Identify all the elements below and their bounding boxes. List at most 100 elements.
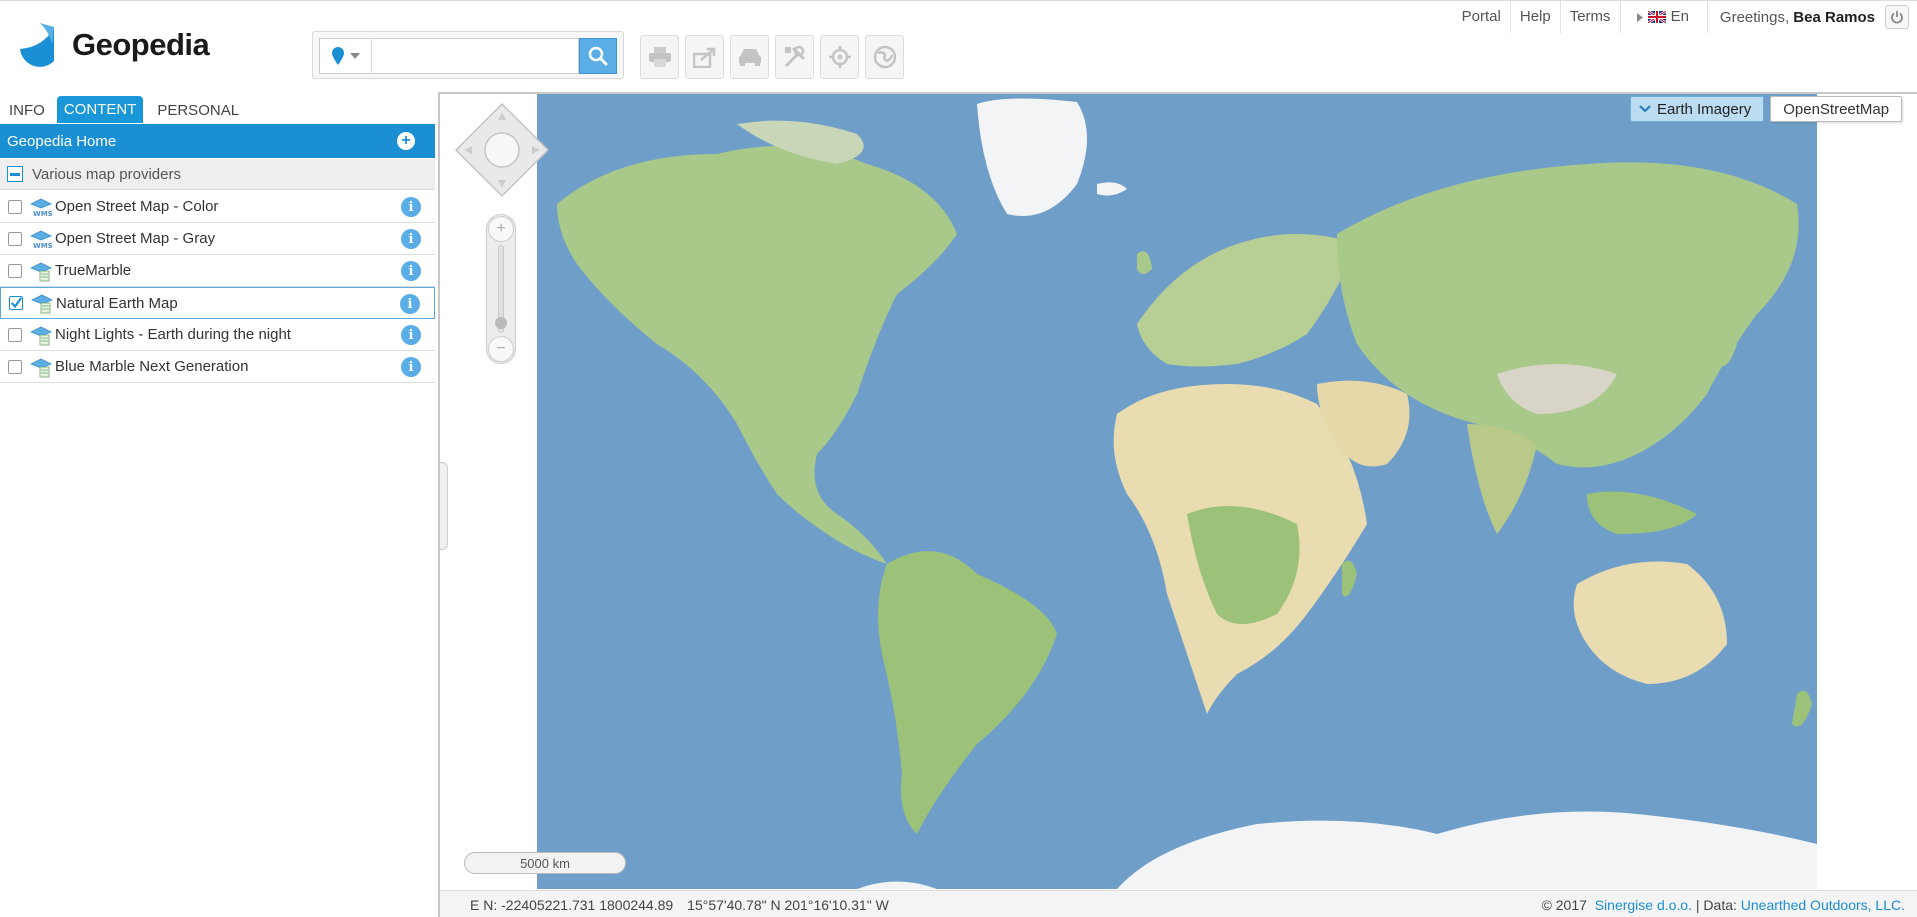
layer-label: Open Street Map - Color [55, 198, 219, 215]
map-pin-icon [331, 47, 344, 65]
layer-item[interactable]: Blue Marble Next Generation i [0, 351, 435, 383]
toolbar [640, 35, 904, 79]
zoom-control: + − [486, 214, 516, 364]
user-name: Bea Ramos [1793, 8, 1875, 26]
layer-label: Blue Marble Next Generation [55, 358, 249, 375]
raster-layer-icon [30, 326, 52, 345]
tab-info[interactable]: INFO [0, 102, 55, 123]
layer-checkbox[interactable] [9, 296, 23, 310]
tools-icon [784, 45, 805, 68]
group-label[interactable]: Various map providers [32, 166, 181, 183]
base-layer-switcher: Earth Imagery OpenStreetMap [1630, 94, 1903, 122]
locate-button[interactable] [820, 35, 859, 79]
layer-item[interactable]: Natural Earth Map i [0, 287, 435, 319]
scale-bar: 5000 km [464, 852, 626, 874]
language-label: En [1670, 8, 1689, 25]
uk-flag-icon [1647, 11, 1666, 23]
search-input[interactable] [371, 38, 579, 74]
share-icon [692, 47, 715, 68]
caret-right-icon [1636, 12, 1643, 22]
globe-icon [873, 45, 896, 69]
collapse-group-button[interactable] [7, 166, 23, 182]
panel-resize-handle[interactable] [440, 462, 448, 550]
logo-text: Geopedia [72, 27, 210, 62]
zoom-in-button[interactable]: + [488, 216, 514, 242]
add-icon[interactable]: + [397, 132, 415, 150]
layer-label: Natural Earth Map [56, 294, 178, 312]
geographic-coordinates: 15°57'40.78" N 201°16'10.31" W [687, 897, 889, 913]
data-prefix: | Data: [1695, 897, 1737, 913]
layer-label: Night Lights - Earth during the night [55, 326, 291, 343]
earth-imagery-label: Earth Imagery [1657, 100, 1752, 118]
projected-coordinates: E N: -22405221.731 1800244.89 [470, 897, 674, 913]
search-icon [588, 46, 608, 66]
zoom-out-button[interactable]: − [488, 336, 514, 362]
svg-text:WMS: WMS [33, 210, 53, 218]
raster-layer-icon [30, 262, 52, 281]
raster-layer-icon [31, 294, 53, 314]
search-button[interactable] [579, 38, 617, 74]
layer-item[interactable]: WMS Open Street Map - Gray i [0, 223, 435, 255]
chevron-down-icon [1639, 105, 1651, 113]
layer-item[interactable]: WMS Open Street Map - Color i [0, 191, 435, 223]
share-button[interactable] [685, 35, 724, 79]
sidebar-tabs: INFO CONTENT PERSONAL [0, 95, 249, 123]
copyright-year: © 2017 [1541, 897, 1587, 913]
layer-checkbox[interactable] [8, 327, 22, 342]
map-view[interactable]: + − Earth Imagery OpenStreetMap 5000 km … [438, 92, 1917, 917]
world-map[interactable] [537, 94, 1817, 889]
layer-list: WMS Open Street Map - Color i WMS Open S… [0, 191, 435, 383]
layer-checkbox[interactable] [8, 359, 22, 374]
layer-item[interactable]: TrueMarble i [0, 255, 435, 287]
wms-layer-icon: WMS [30, 230, 53, 250]
logo[interactable]: Geopedia [14, 19, 210, 71]
copyright: © 2017 Sinergise d.o.o. | Data: Unearthe… [1542, 897, 1905, 913]
layer-item[interactable]: Night Lights - Earth during the night i [0, 319, 435, 351]
pan-control[interactable] [454, 102, 550, 198]
print-icon [648, 47, 671, 67]
data-source-link[interactable]: Unearthed Outdoors, LLC. [1741, 897, 1905, 913]
logout-button[interactable] [1885, 5, 1909, 29]
layer-checkbox[interactable] [8, 199, 22, 214]
info-icon[interactable]: i [401, 197, 421, 217]
checkmark-icon [10, 297, 22, 309]
globe-button[interactable] [865, 35, 904, 79]
print-button[interactable] [640, 35, 679, 79]
layer-checkbox[interactable] [8, 231, 22, 246]
tools-button[interactable] [775, 35, 814, 79]
power-icon [1891, 11, 1903, 24]
layer-label: TrueMarble [55, 262, 132, 279]
panel-header: Geopedia Home + [0, 124, 435, 158]
info-icon[interactable]: i [400, 294, 420, 314]
earth-imagery-button[interactable]: Earth Imagery [1630, 96, 1765, 122]
minus-icon [10, 172, 20, 176]
layer-group: Various map providers [0, 159, 435, 190]
wms-layer-icon: WMS [30, 198, 53, 218]
layer-label: Open Street Map - Gray [55, 230, 216, 247]
language-selector[interactable]: En [1621, 1, 1708, 33]
zoom-slider-handle[interactable] [495, 317, 507, 329]
info-icon[interactable]: i [401, 325, 421, 345]
svg-text:WMS: WMS [33, 242, 53, 250]
info-icon[interactable]: i [401, 261, 421, 281]
openstreetmap-button[interactable]: OpenStreetMap [1770, 96, 1903, 122]
portal-link[interactable]: Portal [1453, 1, 1511, 33]
tab-content[interactable]: CONTENT [56, 96, 144, 123]
panel-title[interactable]: Geopedia Home [7, 133, 116, 150]
layer-checkbox[interactable] [8, 263, 22, 278]
info-icon[interactable]: i [401, 357, 421, 377]
coordinates: E N: -22405221.731 1800244.89 15°57'40.7… [470, 897, 889, 913]
sinergise-link[interactable]: Sinergise d.o.o. [1595, 897, 1692, 913]
help-link[interactable]: Help [1511, 1, 1561, 33]
car-button[interactable] [730, 35, 769, 79]
tab-personal[interactable]: PERSONAL [148, 102, 249, 123]
greeting: Greetings, Bea Ramos [1708, 9, 1883, 26]
terms-link[interactable]: Terms [1561, 1, 1621, 33]
search-type-dropdown[interactable] [319, 38, 371, 74]
header: Geopedia Portal Help Terms En Greetings,… [0, 0, 1917, 92]
greeting-prefix: Greetings, [1719, 8, 1790, 26]
info-icon[interactable]: i [401, 229, 421, 249]
status-bar: E N: -22405221.731 1800244.89 15°57'40.7… [440, 890, 1917, 917]
locate-icon [828, 46, 851, 68]
top-navigation: Portal Help Terms En Greetings, Bea Ramo… [1453, 1, 1917, 33]
